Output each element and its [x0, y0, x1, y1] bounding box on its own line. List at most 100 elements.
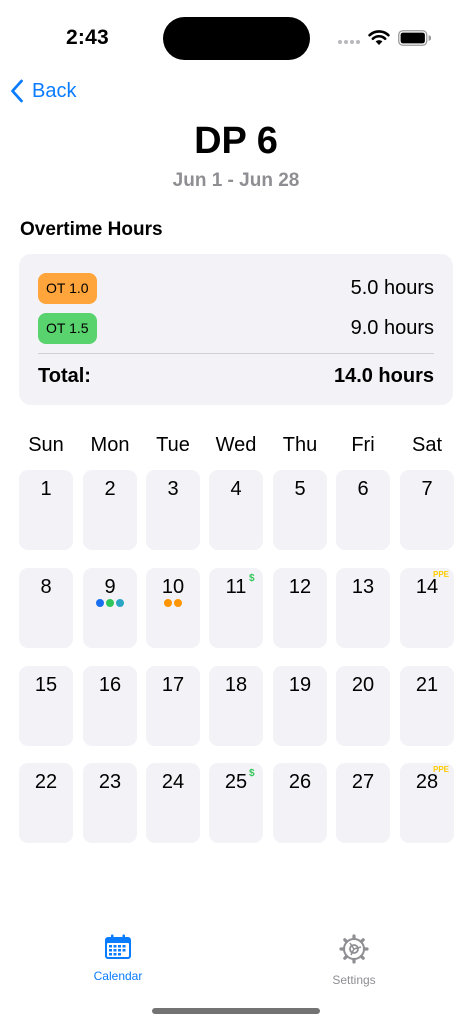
day-number: 2	[104, 478, 116, 500]
tab-label: Calendar	[93, 969, 143, 983]
day-number: 3	[167, 478, 179, 500]
status-time: 2:43	[66, 26, 109, 49]
battery-icon	[398, 30, 431, 46]
day-number: 6	[357, 478, 369, 500]
day-number: 24	[161, 771, 185, 793]
day-number: 17	[161, 674, 185, 696]
day-number: 13	[351, 576, 375, 598]
day-number: 20	[351, 674, 375, 696]
calendar-day-cell[interactable]: 16	[83, 666, 137, 746]
day-number: 23	[98, 771, 122, 793]
calendar-day-cell[interactable]: 5	[273, 470, 327, 550]
day-number: 1	[40, 478, 52, 500]
day-number: 5	[294, 478, 306, 500]
overtime-total-row: Total: 14.0 hours	[38, 362, 434, 390]
calendar-day-cell[interactable]: 12	[273, 568, 327, 648]
shift-dot	[106, 599, 114, 607]
overtime-row: OT 1.5 9.0 hours	[38, 312, 434, 344]
chevron-left-icon	[11, 79, 23, 103]
day-number: 10	[161, 576, 185, 598]
calendar-day-cell[interactable]: 22	[19, 763, 73, 843]
calendar-day-cell[interactable]: 20	[336, 666, 390, 746]
calendar-day-cell[interactable]: 21	[400, 666, 454, 746]
day-number: 28	[415, 771, 439, 793]
calendar-day-cell[interactable]: 26	[273, 763, 327, 843]
date-range-subtitle: Jun 1 - Jun 28	[172, 170, 300, 191]
calendar-day-cell[interactable]: 27	[336, 763, 390, 843]
calendar-icon	[105, 934, 131, 959]
shift-dot	[116, 599, 124, 607]
day-number: 21	[415, 674, 439, 696]
calendar-day-cell[interactable]: 19	[273, 666, 327, 746]
ot-rate-badge: OT 1.5	[38, 312, 97, 344]
calendar-day-cell[interactable]: 23	[83, 763, 137, 843]
day-number: 19	[288, 674, 312, 696]
shift-dots	[83, 599, 137, 607]
weekday-label: Tue	[156, 434, 190, 456]
day-number: 18	[224, 674, 248, 696]
tab-label: Settings	[332, 973, 376, 987]
calendar-day-cell[interactable]: 6	[336, 470, 390, 550]
calendar-day-cell[interactable]: 1	[19, 470, 73, 550]
calendar-day-cell[interactable]: 3	[146, 470, 200, 550]
shift-dot	[96, 599, 104, 607]
calendar-day-cell[interactable]: 8	[19, 568, 73, 648]
day-number: 26	[288, 771, 312, 793]
day-number: 14	[415, 576, 439, 598]
day-number: 8	[40, 576, 52, 598]
day-number: 16	[98, 674, 122, 696]
total-label: Total:	[38, 364, 91, 387]
calendar-day-cell[interactable]: 24	[146, 763, 200, 843]
calendar-day-cell[interactable]: 14 PPE	[400, 568, 454, 648]
page-title: DP 6	[194, 120, 278, 162]
overtime-row: OT 1.0 5.0 hours	[38, 272, 434, 304]
total-value: 14.0 hours	[333, 364, 434, 387]
pay-marker: $	[249, 768, 255, 779]
tab-calendar[interactable]: Calendar	[68, 934, 168, 983]
dynamic-island	[163, 17, 310, 60]
ot-hours-value: 5.0 hours	[350, 276, 434, 299]
cellular-signal-icon	[338, 40, 360, 44]
day-number: 12	[288, 576, 312, 598]
calendar-day-cell[interactable]: 17	[146, 666, 200, 746]
weekday-label: Wed	[215, 434, 257, 456]
calendar-day-cell[interactable]: 7	[400, 470, 454, 550]
overtime-summary-card: OT 1.0 5.0 hours OT 1.5 9.0 hours Total:…	[19, 254, 453, 405]
overtime-section-title: Overtime Hours	[20, 219, 163, 240]
gear-icon	[339, 934, 369, 964]
pay-marker: $	[249, 573, 255, 584]
weekday-label: Thu	[282, 434, 318, 456]
calendar-day-cell[interactable]: 13	[336, 568, 390, 648]
tab-settings[interactable]: Settings	[304, 934, 404, 987]
calendar-day-cell[interactable]: 9	[83, 568, 137, 648]
wifi-icon	[368, 30, 390, 45]
divider	[38, 353, 434, 354]
weekday-label: Sun	[28, 434, 64, 456]
calendar-day-cell[interactable]: 11 $	[209, 568, 263, 648]
weekday-label: Mon	[90, 434, 130, 456]
calendar-day-cell[interactable]: 25 $	[209, 763, 263, 843]
back-button[interactable]: Back	[10, 79, 76, 103]
day-number: 22	[34, 771, 58, 793]
shift-dot	[174, 599, 182, 607]
day-number: 4	[230, 478, 242, 500]
weekday-label: Sat	[411, 434, 443, 456]
back-label: Back	[32, 79, 77, 102]
calendar-day-cell[interactable]: 28 PPE	[400, 763, 454, 843]
calendar-day-cell[interactable]: 15	[19, 666, 73, 746]
day-number: 15	[34, 674, 58, 696]
ppe-tag: PPE	[432, 570, 449, 579]
calendar-day-cell[interactable]: 2	[83, 470, 137, 550]
ot-rate-badge: OT 1.0	[38, 272, 97, 304]
weekday-header: Sun Mon Tue Wed Thu Fri Sat	[0, 434, 472, 460]
home-indicator	[152, 1008, 320, 1014]
status-bar: 2:43	[0, 0, 472, 78]
ppe-tag: PPE	[432, 765, 449, 774]
shift-dots	[146, 599, 200, 607]
ot-hours-value: 9.0 hours	[350, 316, 434, 339]
day-number: 9	[104, 576, 116, 598]
calendar-day-cell[interactable]: 18	[209, 666, 263, 746]
calendar-day-cell[interactable]: 10	[146, 568, 200, 648]
calendar-day-cell[interactable]: 4	[209, 470, 263, 550]
day-number: 7	[421, 478, 433, 500]
